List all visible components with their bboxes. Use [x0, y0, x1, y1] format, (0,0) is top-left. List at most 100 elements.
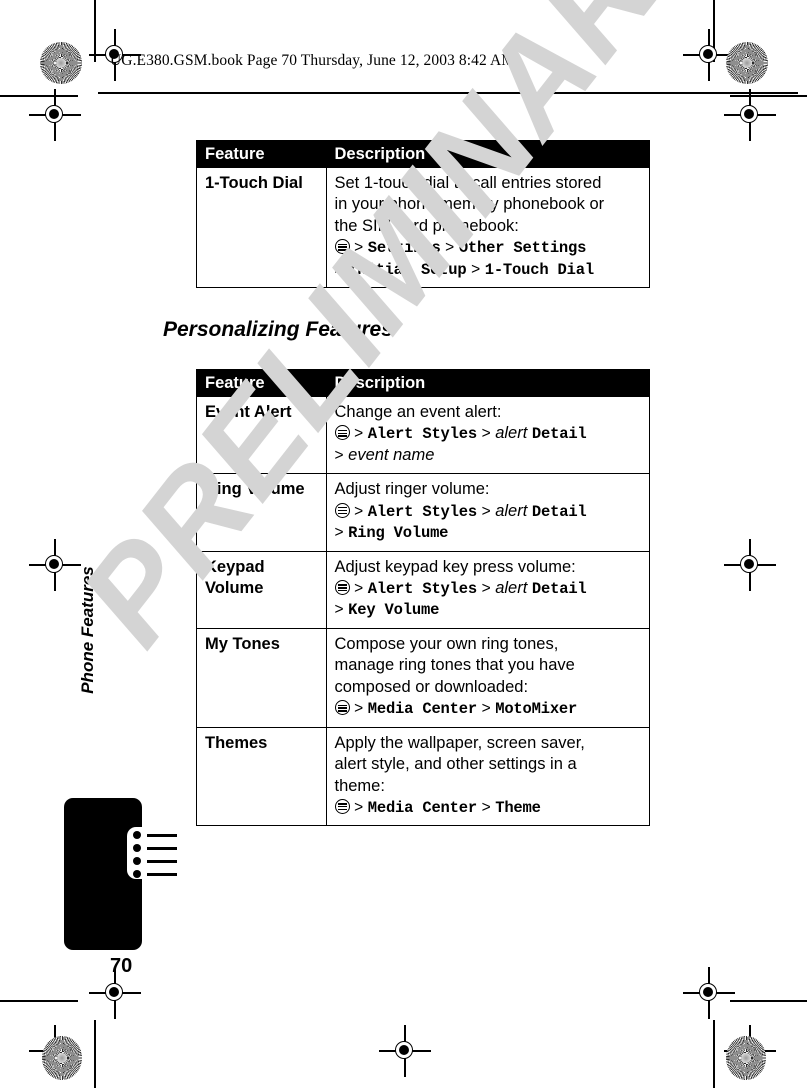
feature-description: Change an event alert: > Alert Styles > …	[325, 396, 649, 474]
menu-path-line: > Settings > Other Settings	[334, 237, 643, 258]
description-line: Set 1-touch dial to call entries stored	[334, 173, 602, 192]
description-line: Adjust keypad key press volume:	[334, 557, 576, 576]
menu-key-icon	[334, 239, 350, 255]
path-separator: >	[471, 260, 481, 278]
menu-path: > Media Center > MotoMixer	[334, 698, 643, 719]
menu-path: > Alert Styles > alert Detail > Ring Vol…	[334, 501, 643, 544]
registration-mark	[379, 1025, 431, 1077]
menu-item: Detail	[531, 580, 587, 599]
description-line: alert style, and other settings in a	[334, 755, 577, 774]
column-header-description: Description	[325, 370, 649, 397]
menu-path-line: > Media Center > MotoMixer	[334, 698, 643, 719]
crop-line	[94, 0, 96, 62]
menu-path: > Settings > Other Settings > Initial Se…	[334, 237, 643, 280]
path-separator: >	[334, 260, 344, 278]
menu-variable: event name	[348, 445, 435, 464]
feature-name: 1-Touch Dial	[205, 173, 303, 192]
feature-table-2: Feature Description Event Alert Change an…	[196, 369, 650, 827]
menu-item: MotoMixer	[495, 700, 578, 719]
path-separator: >	[481, 502, 491, 520]
menu-variable: alert	[495, 501, 528, 520]
feature-name: Ring Volume	[197, 473, 326, 552]
feature-description: Set 1-touch dial to call entries stored i…	[325, 167, 649, 288]
path-separator: >	[354, 580, 364, 598]
description-line: theme:	[334, 776, 385, 795]
list-icon	[127, 827, 177, 879]
crop-line	[713, 1020, 715, 1088]
crop-line	[730, 1000, 807, 1002]
path-separator: >	[481, 425, 491, 443]
path-separator: >	[481, 798, 491, 816]
table-row: 1-Touch Dial Set 1-touch dial to call ent…	[197, 167, 649, 288]
path-separator: >	[354, 239, 364, 257]
table-header-row: Feature Description	[197, 141, 649, 168]
registration-mark	[89, 967, 141, 1019]
path-separator: >	[334, 524, 344, 542]
feature-description: Compose your own ring tones, manage ring …	[325, 627, 649, 728]
document-page: UG.E380.GSM.book Page 70 Thursday, June …	[0, 0, 807, 1088]
table-row: Keypad Volume Adjust keypad key press vol…	[197, 550, 649, 629]
path-separator: >	[334, 446, 344, 464]
path-separator: >	[354, 425, 364, 443]
description-line: composed or downloaded:	[334, 677, 529, 696]
registration-mark	[683, 29, 735, 81]
menu-key-icon	[334, 700, 350, 716]
side-tab-label: Phone Features	[78, 566, 97, 694]
path-separator: >	[445, 239, 455, 257]
menu-item: Other Settings	[458, 239, 587, 258]
path-separator: >	[481, 580, 491, 598]
feature-description: Apply the wallpaper, screen saver, alert …	[325, 726, 649, 826]
menu-path-line: > Alert Styles > alert Detail	[334, 423, 643, 444]
menu-item: Detail	[531, 502, 587, 521]
density-target	[40, 42, 82, 84]
menu-variable: alert	[495, 424, 528, 443]
table-body: Event Alert Change an event alert: > Aler…	[197, 396, 649, 826]
table-body: 1-Touch Dial Set 1-touch dial to call ent…	[197, 167, 649, 288]
registration-mark	[724, 539, 776, 591]
path-separator: >	[354, 502, 364, 520]
column-header-feature: Feature	[197, 370, 326, 397]
feature-name: Themes	[197, 726, 326, 826]
registration-mark	[683, 967, 735, 1019]
menu-key-icon	[334, 580, 350, 596]
menu-item: Media Center	[367, 700, 477, 719]
menu-item: Initial Setup	[348, 260, 467, 279]
menu-key-icon	[334, 502, 350, 518]
registration-mark	[29, 539, 81, 591]
table-header-row: Feature Description	[197, 370, 649, 397]
menu-path: > Alert Styles > alert Detail > Key Volu…	[334, 578, 643, 621]
description-line: Compose your own ring tones,	[334, 634, 559, 653]
menu-path-line: > Media Center > Theme	[334, 797, 643, 818]
menu-item: Alert Styles	[367, 502, 477, 521]
menu-key-icon	[334, 798, 350, 814]
menu-path-line: > Key Volume	[335, 599, 643, 620]
menu-path-line: > Alert Styles > alert Detail	[334, 501, 643, 522]
menu-path-line: > Ring Volume	[335, 522, 643, 543]
crop-line	[94, 1020, 96, 1088]
section-heading: Personalizing Features	[163, 318, 393, 341]
menu-item: Alert Styles	[367, 580, 477, 599]
table-row: My Tones Compose your own ring tones, mana…	[197, 627, 649, 728]
description-line: Apply the wallpaper, screen saver,	[334, 733, 585, 752]
menu-path: > Alert Styles > alert Detail > event na…	[334, 423, 643, 466]
menu-variable: alert	[495, 579, 528, 598]
description-line: in your phone memory phonebook or	[334, 195, 605, 214]
feature-description: Adjust ringer volume: > Alert Styles > a…	[325, 473, 649, 552]
header-rule	[98, 92, 798, 94]
menu-path: > Media Center > Theme	[334, 797, 643, 818]
column-header-description: Description	[325, 141, 649, 168]
feature-description: Adjust keypad key press volume: > Alert …	[325, 550, 649, 629]
density-target	[726, 42, 768, 84]
table-row: Themes Apply the wallpaper, screen saver,…	[197, 726, 649, 826]
menu-item: Alert Styles	[367, 425, 477, 444]
menu-path-line: > event name	[335, 445, 643, 466]
menu-item: 1-Touch Dial	[484, 260, 594, 279]
crop-line	[730, 95, 807, 97]
density-target	[726, 1036, 766, 1080]
crop-line	[0, 1000, 78, 1002]
registration-mark	[724, 89, 776, 141]
feature-table-1: Feature Description 1-Touch Dial Set 1-to…	[196, 140, 650, 289]
path-separator: >	[354, 700, 364, 718]
menu-item: Detail	[531, 425, 587, 444]
feature-name: Keypad Volume	[197, 550, 326, 629]
